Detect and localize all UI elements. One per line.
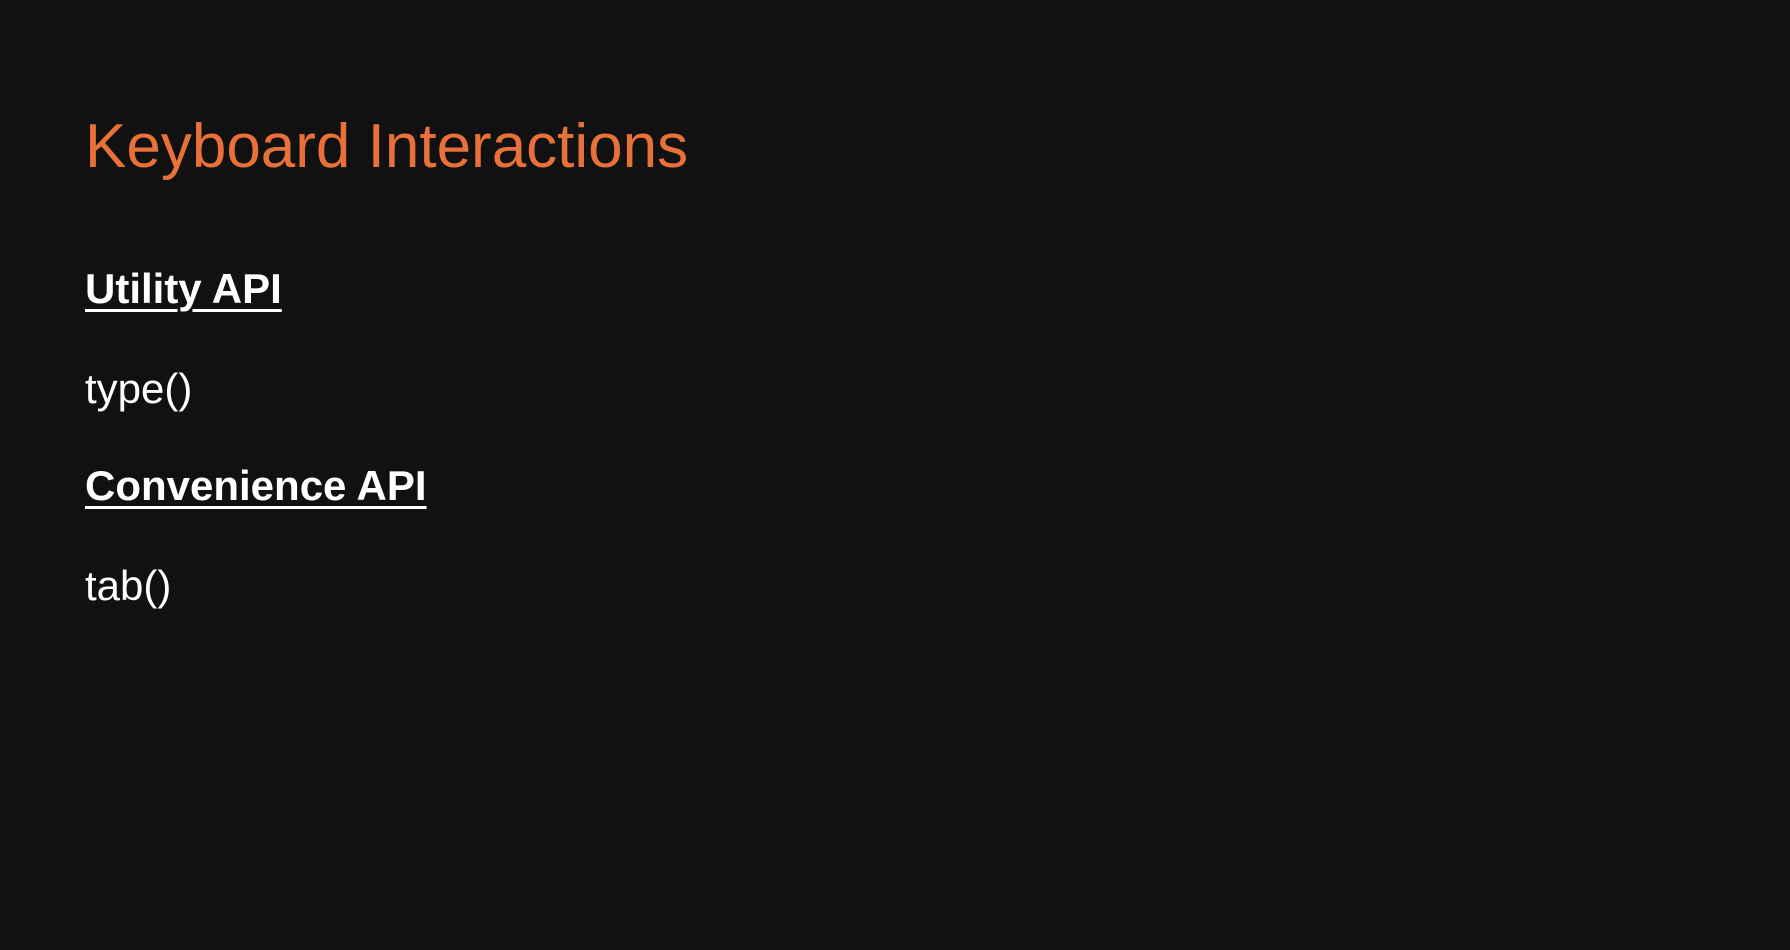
section-heading-convenience-api: Convenience API [85,462,427,509]
slide: Keyboard Interactions Utility API type()… [0,0,1790,950]
method-tab: tab() [85,562,172,609]
section-heading-utility-api: Utility API [85,265,282,312]
slide-title: Keyboard Interactions [85,112,689,181]
method-type: type() [85,365,193,412]
